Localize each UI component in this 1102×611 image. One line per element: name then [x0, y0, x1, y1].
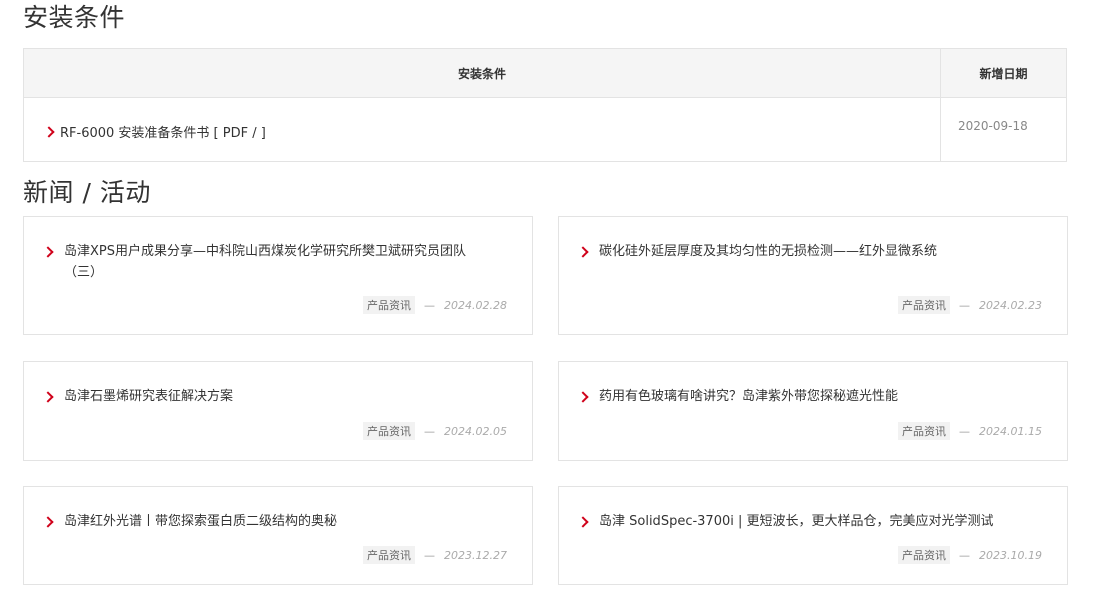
news-title-text: 岛津石墨烯研究表征解决方案: [64, 389, 234, 404]
news-date: 2024.01.15: [979, 424, 1042, 438]
table-row: RF-6000 安装准备条件书 [ PDF / ] 2020-09-18: [24, 98, 1066, 161]
install-table: 安装条件 新增日期 RF-6000 安装准备条件书 [ PDF / ] 2020…: [23, 48, 1067, 162]
news-card-meta: 产品资讯 — 2023.10.19: [898, 546, 1042, 564]
news-title-text: 药用有色玻璃有啥讲究？岛津紫外带您探秘遮光性能: [599, 389, 899, 404]
category-badge[interactable]: 产品资讯: [898, 296, 951, 314]
chevron-right-icon: [42, 391, 54, 403]
category-badge[interactable]: 产品资讯: [363, 296, 416, 314]
news-card[interactable]: 岛津红外光谱丨带您探索蛋白质二级结构的奥秘 产品资讯 — 2023.12.27: [23, 486, 533, 585]
meta-separator: —: [959, 424, 971, 438]
chevron-right-icon: [42, 246, 54, 258]
install-doc-date: 2020-09-18: [958, 119, 1028, 133]
news-title-text: 岛津 SolidSpec-3700i | 更短波长，更大样品仓，完美应对光学测试: [599, 514, 994, 529]
news-date: 2024.02.28: [444, 298, 507, 312]
category-badge[interactable]: 产品资讯: [363, 422, 416, 440]
chevron-right-icon: [577, 391, 589, 403]
news-card[interactable]: 岛津XPS用户成果分享—中科院山西煤炭化学研究所樊卫斌研究员团队（三） 产品资讯…: [23, 216, 533, 335]
date-cell: 2020-09-18: [941, 98, 1066, 161]
news-card-title[interactable]: 岛津 SolidSpec-3700i | 更短波长，更大样品仓，完美应对光学测试: [577, 511, 1027, 532]
chevron-right-icon: [43, 125, 55, 138]
news-date: 2023.10.19: [979, 548, 1042, 562]
category-badge[interactable]: 产品资讯: [898, 422, 951, 440]
date-col-header: 新增日期: [979, 66, 1028, 81]
meta-separator: —: [424, 298, 436, 312]
news-date: 2024.02.05: [444, 424, 507, 438]
news-card-meta: 产品资讯 — 2024.02.23: [898, 296, 1042, 314]
category-badge[interactable]: 产品资讯: [898, 546, 951, 564]
news-card-title[interactable]: 岛津XPS用户成果分享—中科院山西煤炭化学研究所樊卫斌研究员团队（三）: [42, 241, 492, 283]
news-card-meta: 产品资讯 — 2024.02.05: [363, 422, 507, 440]
meta-separator: —: [959, 548, 971, 562]
news-date: 2023.12.27: [444, 548, 507, 562]
news-card[interactable]: 药用有色玻璃有啥讲究？岛津紫外带您探秘遮光性能 产品资讯 — 2024.01.1…: [558, 361, 1068, 461]
meta-separator: —: [959, 298, 971, 312]
news-section-title: 新闻 / 活动: [23, 178, 151, 207]
install-col-header: 安装条件: [24, 49, 941, 97]
install-doc-link[interactable]: RF-6000 安装准备条件书 [ PDF / ]: [43, 122, 266, 141]
install-cell: RF-6000 安装准备条件书 [ PDF / ]: [24, 98, 941, 161]
chevron-right-icon: [577, 516, 589, 528]
news-card-title[interactable]: 岛津石墨烯研究表征解决方案: [42, 386, 492, 407]
news-card[interactable]: 岛津 SolidSpec-3700i | 更短波长，更大样品仓，完美应对光学测试…: [558, 486, 1068, 585]
news-card-title[interactable]: 药用有色玻璃有啥讲究？岛津紫外带您探秘遮光性能: [577, 386, 1027, 407]
news-card-meta: 产品资讯 — 2024.01.15: [898, 422, 1042, 440]
news-card-meta: 产品资讯 — 2023.12.27: [363, 546, 507, 564]
category-badge[interactable]: 产品资讯: [363, 546, 416, 564]
news-card[interactable]: 岛津石墨烯研究表征解决方案 产品资讯 — 2024.02.05: [23, 361, 533, 461]
meta-separator: —: [424, 424, 436, 438]
news-date: 2024.02.23: [979, 298, 1042, 312]
news-title-text: 碳化硅外延层厚度及其均匀性的无损检测——红外显微系统: [599, 244, 938, 259]
page: 安装条件 安装条件 新增日期 RF-6000 安装准备条件书 [ PDF / ]…: [0, 0, 1102, 611]
install-doc-label: RF-6000 安装准备条件书 [ PDF / ]: [60, 126, 266, 141]
news-card-title[interactable]: 碳化硅外延层厚度及其均匀性的无损检测——红外显微系统: [577, 241, 1027, 262]
news-title-text: 岛津红外光谱丨带您探索蛋白质二级结构的奥秘: [64, 514, 338, 529]
install-table-header: 安装条件 新增日期: [24, 49, 1066, 98]
news-card[interactable]: 碳化硅外延层厚度及其均匀性的无损检测——红外显微系统 产品资讯 — 2024.0…: [558, 216, 1068, 335]
news-card-title[interactable]: 岛津红外光谱丨带您探索蛋白质二级结构的奥秘: [42, 511, 492, 532]
chevron-right-icon: [42, 516, 54, 528]
news-card-meta: 产品资讯 — 2024.02.28: [363, 296, 507, 314]
install-section-title: 安装条件: [23, 3, 126, 32]
news-title-text: 岛津XPS用户成果分享—中科院山西煤炭化学研究所樊卫斌研究员团队（三）: [64, 244, 466, 280]
chevron-right-icon: [577, 246, 589, 258]
meta-separator: —: [424, 548, 436, 562]
